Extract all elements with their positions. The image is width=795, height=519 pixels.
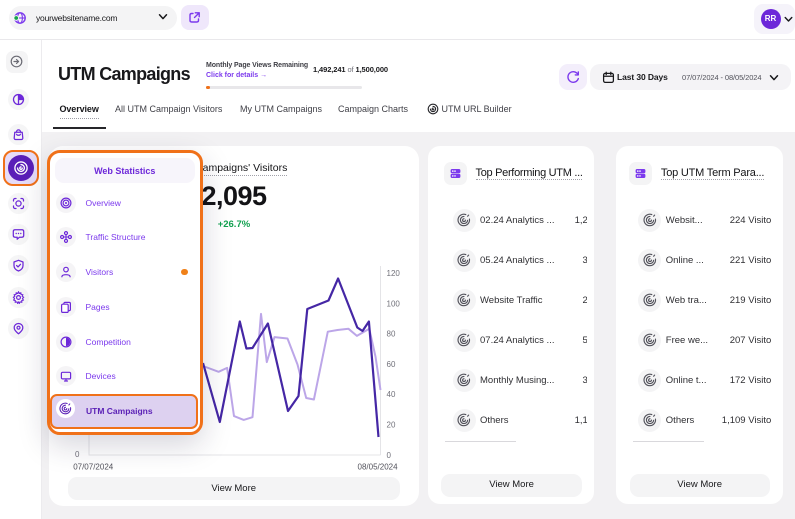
svg-text:07/07/2024: 07/07/2024 bbox=[73, 463, 114, 472]
svg-text:40: 40 bbox=[386, 390, 395, 399]
svg-text:08/05/2024: 08/05/2024 bbox=[357, 463, 398, 472]
svg-text:120: 120 bbox=[386, 269, 400, 278]
svg-text:0: 0 bbox=[386, 451, 391, 460]
svg-text:100: 100 bbox=[386, 299, 400, 308]
svg-text:0: 0 bbox=[75, 450, 80, 459]
svg-text:60: 60 bbox=[386, 360, 395, 369]
svg-text:80: 80 bbox=[386, 330, 395, 339]
svg-text:20: 20 bbox=[386, 421, 395, 430]
